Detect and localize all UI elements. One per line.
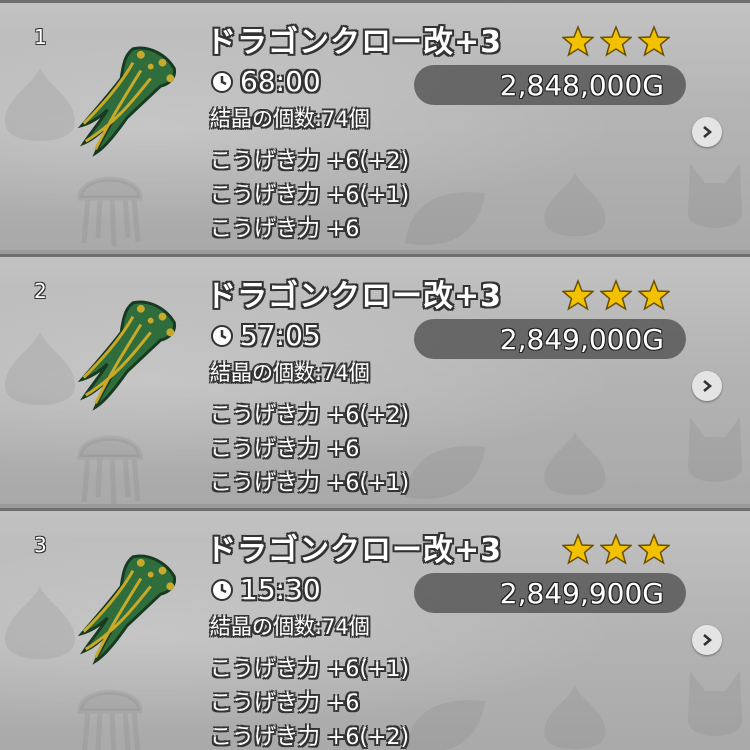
- price-text: 2,849,900G: [499, 576, 664, 610]
- time-remaining-text: 15:30: [240, 573, 321, 606]
- effect-line: こうげき力 +6: [210, 691, 360, 716]
- star-icon: [562, 279, 594, 311]
- price-text: 2,849,000G: [499, 322, 664, 356]
- time-remaining: 15:30: [210, 573, 321, 606]
- listing-row[interactable]: 1 ドラゴンクロー改+3 68:00 2,848,000G 結晶の個数:74個 …: [0, 0, 750, 250]
- effect-line: こうげき力 +6(+1): [210, 183, 410, 208]
- star-icon: [638, 25, 670, 57]
- slime-silhouette-decoration: [544, 172, 606, 237]
- star-icon: [600, 25, 632, 57]
- detail-button[interactable]: [692, 371, 722, 401]
- star-icon: [600, 533, 632, 565]
- clock-icon: [211, 70, 233, 93]
- cat-silhouette-decoration: [688, 163, 742, 228]
- time-remaining-text: 57:05: [240, 319, 321, 352]
- price-text: 2,848,000G: [499, 68, 664, 102]
- chevron-right-icon: [703, 634, 713, 646]
- slime-silhouette-decoration: [544, 431, 606, 496]
- item-name: ドラゴンクロー改+3: [206, 25, 503, 60]
- listing-row[interactable]: 2 ドラゴンクロー改+3 57:05 2,849,000G 結晶の個数:74個 …: [0, 254, 750, 504]
- jellyfish-silhouette-decoration: [77, 435, 143, 504]
- listing-rank: 1: [34, 25, 47, 49]
- listing-rank: 3: [34, 533, 47, 557]
- slime-silhouette-decoration: [5, 68, 75, 141]
- crystal-count: 結晶の個数:74個: [210, 615, 370, 639]
- price-badge: 2,848,000G: [414, 65, 686, 105]
- item-name: ドラゴンクロー改+3: [206, 533, 503, 568]
- jellyfish-silhouette-decoration: [77, 176, 143, 247]
- cat-silhouette-decoration: [688, 417, 742, 482]
- detail-button[interactable]: [692, 117, 722, 147]
- rarity-stars: [562, 25, 670, 57]
- price-badge: 2,849,000G: [414, 319, 686, 359]
- dragon-claw-icon: [77, 300, 177, 411]
- leaf-silhouette-decoration: [405, 700, 485, 750]
- star-icon: [562, 533, 594, 565]
- crystal-count: 結晶の個数:74個: [210, 107, 370, 131]
- listing-list: 1 ドラゴンクロー改+3 68:00 2,848,000G 結晶の個数:74個 …: [0, 0, 750, 750]
- star-icon: [600, 279, 632, 311]
- effect-line: こうげき力 +6(+2): [210, 403, 410, 428]
- cat-silhouette-decoration: [688, 671, 742, 736]
- leaf-silhouette-decoration: [405, 192, 485, 245]
- rarity-stars: [562, 533, 670, 565]
- time-remaining: 57:05: [210, 319, 321, 352]
- star-icon: [638, 279, 670, 311]
- slime-silhouette-decoration: [5, 586, 75, 659]
- effect-line: こうげき力 +6(+2): [210, 149, 410, 174]
- crystal-count: 結晶の個数:74個: [210, 361, 370, 385]
- effect-line: こうげき力 +6: [210, 217, 360, 242]
- time-remaining-text: 68:00: [240, 65, 321, 98]
- time-remaining: 68:00: [210, 65, 321, 98]
- slime-silhouette-decoration: [544, 685, 606, 750]
- item-name: ドラゴンクロー改+3: [206, 279, 503, 314]
- clock-icon: [211, 324, 233, 347]
- rarity-stars: [562, 279, 670, 311]
- dragon-claw-icon: [77, 46, 177, 157]
- listing-rank: 2: [34, 279, 47, 303]
- chevron-right-icon: [703, 380, 713, 392]
- star-icon: [638, 533, 670, 565]
- chevron-right-icon: [703, 126, 713, 138]
- dragon-claw-icon: [77, 554, 177, 665]
- price-badge: 2,849,900G: [414, 573, 686, 613]
- jellyfish-silhouette-decoration: [77, 689, 143, 750]
- slime-silhouette-decoration: [5, 332, 75, 405]
- effect-line: こうげき力 +6(+1): [210, 657, 410, 682]
- effect-line: こうげき力 +6(+2): [210, 725, 410, 750]
- effect-line: こうげき力 +6(+1): [210, 471, 410, 496]
- effect-line: こうげき力 +6: [210, 437, 360, 462]
- listing-row[interactable]: 3 ドラゴンクロー改+3 15:30 2,849,900G 結晶の個数:74個 …: [0, 508, 750, 750]
- star-icon: [562, 25, 594, 57]
- detail-button[interactable]: [692, 625, 722, 655]
- leaf-silhouette-decoration: [405, 446, 485, 499]
- clock-icon: [211, 578, 233, 601]
